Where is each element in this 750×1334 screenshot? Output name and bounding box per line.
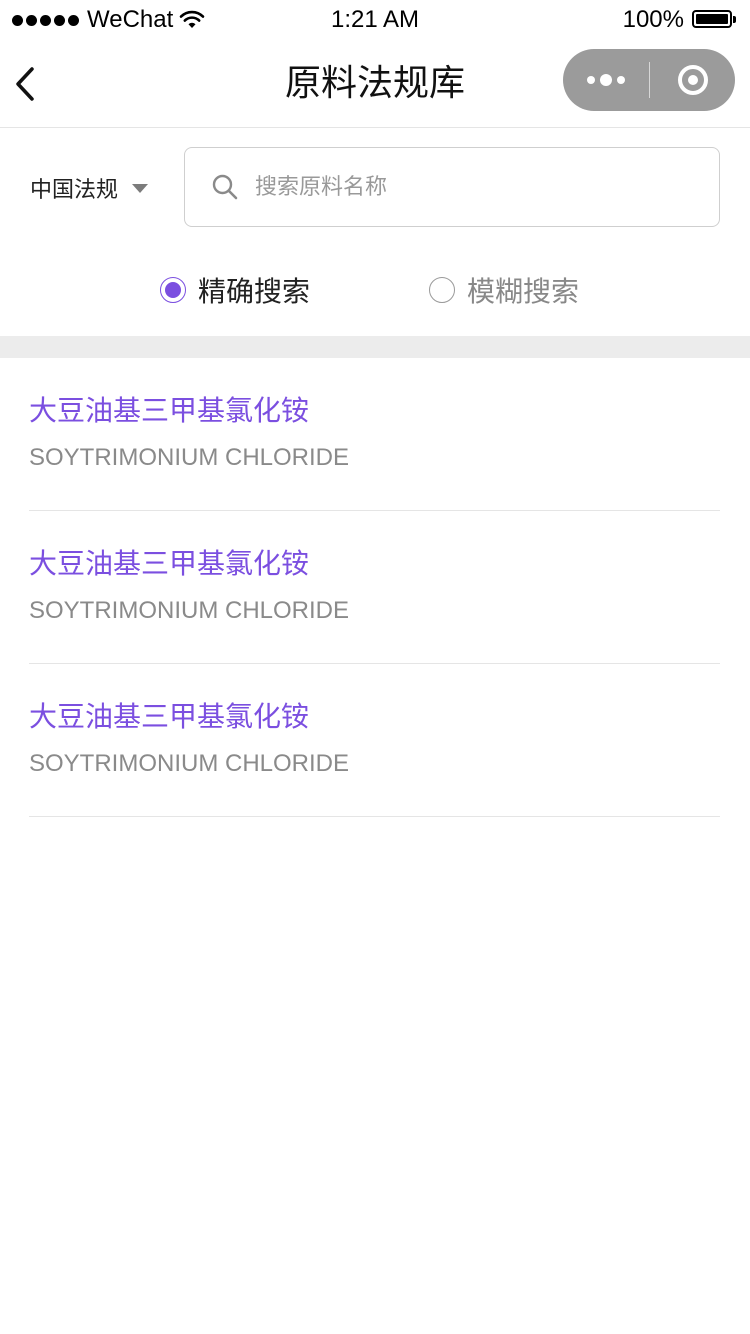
status-right: 100% bbox=[623, 6, 738, 34]
result-list: 大豆油基三甲基氯化铵 SOYTRIMONIUM CHLORIDE 大豆油基三甲基… bbox=[0, 358, 750, 817]
radio-label: 精确搜索 bbox=[198, 275, 311, 308]
region-label: 中国法规 bbox=[30, 178, 119, 203]
ingredient-inci-name: SOYTRIMONIUM CHLORIDE bbox=[29, 750, 350, 777]
mini-program-capsule bbox=[563, 49, 735, 111]
radio-checked-icon bbox=[160, 277, 186, 303]
battery-percent: 100% bbox=[622, 6, 684, 33]
battery-icon bbox=[692, 10, 738, 30]
list-item[interactable]: 大豆油基三甲基氯化铵 SOYTRIMONIUM CHLORIDE bbox=[0, 358, 750, 511]
list-item[interactable]: 大豆油基三甲基氯化铵 SOYTRIMONIUM CHLORIDE bbox=[0, 511, 750, 664]
more-dots-icon bbox=[587, 76, 595, 84]
ingredient-inci-name: SOYTRIMONIUM CHLORIDE bbox=[29, 597, 350, 624]
radio-exact-search[interactable]: 精确搜索 bbox=[160, 270, 310, 310]
search-icon bbox=[212, 174, 238, 200]
nav-bar: 原料法规库 bbox=[0, 40, 750, 128]
more-button[interactable] bbox=[563, 49, 649, 111]
ingredient-name: 大豆油基三甲基氯化铵 bbox=[29, 394, 310, 427]
close-button[interactable] bbox=[650, 49, 735, 111]
ingredient-name: 大豆油基三甲基氯化铵 bbox=[29, 547, 310, 580]
region-dropdown[interactable]: 中国法规 bbox=[30, 168, 149, 208]
ingredient-name: 大豆油基三甲基氯化铵 bbox=[29, 700, 310, 733]
section-divider bbox=[0, 336, 750, 358]
search-input[interactable] bbox=[253, 166, 677, 208]
caret-down-icon bbox=[132, 183, 149, 193]
list-item[interactable]: 大豆油基三甲基氯化铵 SOYTRIMONIUM CHLORIDE bbox=[0, 664, 750, 817]
radio-fuzzy-search[interactable]: 模糊搜索 bbox=[429, 270, 579, 310]
radio-label: 模糊搜索 bbox=[467, 275, 580, 308]
ingredient-inci-name: SOYTRIMONIUM CHLORIDE bbox=[29, 444, 350, 471]
radio-unchecked-icon bbox=[429, 277, 455, 303]
status-bar: WeChat 1:21 AM 100% bbox=[0, 0, 750, 40]
search-box[interactable] bbox=[184, 147, 720, 227]
target-circle-icon bbox=[677, 65, 708, 95]
